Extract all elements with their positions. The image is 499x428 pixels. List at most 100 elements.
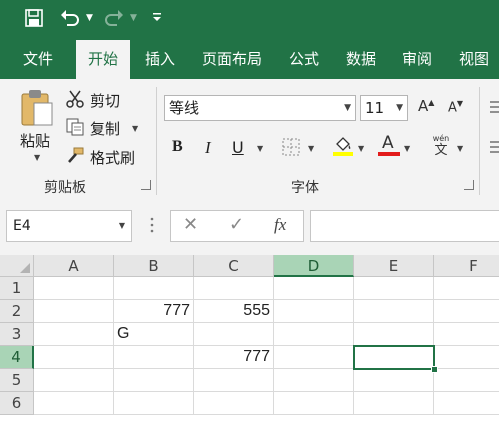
fill-handle[interactable] <box>431 366 438 373</box>
copy-button[interactable]: 复制 <box>90 118 120 139</box>
align-icon[interactable] <box>490 139 499 158</box>
cell-e5[interactable] <box>354 369 434 392</box>
cell-f1[interactable] <box>434 277 499 300</box>
enter-icon[interactable]: ✓ <box>229 214 244 235</box>
cell-f4[interactable] <box>434 346 499 369</box>
cell-c3[interactable] <box>194 323 274 346</box>
fill-color-dropdown-icon[interactable]: ▼ <box>358 144 364 153</box>
cell-d4[interactable] <box>274 346 354 369</box>
fill-color-icon[interactable] <box>332 135 354 161</box>
row-header-3[interactable]: 3 <box>0 323 34 346</box>
row-header-2[interactable]: 2 <box>0 300 34 323</box>
name-box[interactable]: E4 ▼ <box>6 210 132 242</box>
customize-qat-icon[interactable] <box>152 11 162 26</box>
cell-b6[interactable] <box>114 392 194 415</box>
cell-d2[interactable] <box>274 300 354 323</box>
bold-button[interactable]: B <box>172 138 183 156</box>
cell-b4[interactable] <box>114 346 194 369</box>
cell-f3[interactable] <box>434 323 499 346</box>
cut-button[interactable]: 剪切 <box>90 90 120 111</box>
column-header-c[interactable]: C <box>194 255 274 277</box>
font-color-letter: A <box>382 133 394 153</box>
clipboard-launcher-icon[interactable] <box>141 180 151 190</box>
cell-c4[interactable]: 777 <box>194 346 274 369</box>
active-cell-selection[interactable] <box>353 345 435 370</box>
cell-f2[interactable] <box>434 300 499 323</box>
row-header-5[interactable]: 5 <box>0 369 34 392</box>
select-all-corner[interactable] <box>0 255 34 277</box>
font-color-button[interactable]: A <box>378 133 400 157</box>
row-header-1[interactable]: 1 <box>0 277 34 300</box>
cell-b1[interactable] <box>114 277 194 300</box>
borders-icon[interactable] <box>282 138 300 160</box>
column-header-e[interactable]: E <box>354 255 434 277</box>
tab-file[interactable]: 文件 <box>12 40 64 79</box>
undo-icon[interactable] <box>60 9 80 31</box>
underline-dropdown-icon[interactable]: ▼ <box>257 144 263 153</box>
italic-button[interactable]: I <box>205 138 211 158</box>
font-launcher-icon[interactable] <box>464 180 474 190</box>
tab-review[interactable]: 审阅 <box>395 40 439 79</box>
tab-formulas[interactable]: 公式 <box>282 40 326 79</box>
align-icon[interactable] <box>490 99 499 118</box>
borders-dropdown-icon[interactable]: ▼ <box>308 144 314 153</box>
formula-input[interactable] <box>310 210 499 242</box>
cell-a5[interactable] <box>34 369 114 392</box>
cell-c1[interactable] <box>194 277 274 300</box>
row-header-6[interactable]: 6 <box>0 392 34 415</box>
paste-icon[interactable] <box>20 89 54 131</box>
tab-view[interactable]: 视图 <box>452 40 496 79</box>
column-header-b[interactable]: B <box>114 255 194 277</box>
underline-button[interactable]: U <box>232 138 244 157</box>
column-header-a[interactable]: A <box>34 255 114 277</box>
cell-f6[interactable] <box>434 392 499 415</box>
phonetic-guide-button[interactable]: wén 文 <box>430 134 452 160</box>
shrink-font-button[interactable]: A▼ <box>448 99 463 115</box>
cell-f5[interactable] <box>434 369 499 392</box>
cell-c2[interactable]: 555 <box>194 300 274 323</box>
cell-a3[interactable] <box>34 323 114 346</box>
cell-d6[interactable] <box>274 392 354 415</box>
cell-b3[interactable]: G <box>114 323 194 346</box>
tab-home[interactable]: 开始 <box>76 40 130 79</box>
cell-b2[interactable]: 777 <box>114 300 194 323</box>
column-header-d[interactable]: D <box>274 255 354 277</box>
cell-a6[interactable] <box>34 392 114 415</box>
tab-data[interactable]: 数据 <box>339 40 383 79</box>
cell-c6[interactable] <box>194 392 274 415</box>
format-painter-button[interactable]: 格式刷 <box>90 147 135 168</box>
copy-dropdown-icon[interactable]: ▼ <box>132 124 138 133</box>
tab-page-layout[interactable]: 页面布局 <box>196 40 268 79</box>
phonetic-dropdown-icon[interactable]: ▼ <box>457 144 463 153</box>
save-icon[interactable] <box>25 9 43 31</box>
cell-d1[interactable] <box>274 277 354 300</box>
cell-c5[interactable] <box>194 369 274 392</box>
phonetic-top: wén <box>432 134 450 143</box>
font-color-dropdown-icon[interactable]: ▼ <box>404 144 410 153</box>
chevron-down-icon[interactable]: ▼ <box>119 211 125 241</box>
cell-e3[interactable] <box>354 323 434 346</box>
quick-access-toolbar: ▼ ▼ <box>0 0 499 40</box>
tab-insert[interactable]: 插入 <box>138 40 182 79</box>
column-header-f[interactable]: F <box>434 255 499 277</box>
cell-e1[interactable] <box>354 277 434 300</box>
splitter-dots-icon[interactable] <box>150 216 154 238</box>
cell-e6[interactable] <box>354 392 434 415</box>
cell-a4[interactable] <box>34 346 114 369</box>
grow-font-button[interactable]: A▲ <box>418 97 434 115</box>
insert-function-icon[interactable]: fx <box>274 215 286 235</box>
cell-e2[interactable] <box>354 300 434 323</box>
paste-button[interactable]: 粘贴 <box>20 130 50 151</box>
cell-b5[interactable] <box>114 369 194 392</box>
cell-d3[interactable] <box>274 323 354 346</box>
font-name-select[interactable]: 等线 ▼ <box>164 95 356 121</box>
undo-dropdown-icon[interactable]: ▼ <box>86 13 93 23</box>
group-divider <box>479 87 480 195</box>
cell-a1[interactable] <box>34 277 114 300</box>
font-size-select[interactable]: 11 ▼ <box>360 95 408 121</box>
cell-a2[interactable] <box>34 300 114 323</box>
row-header-4[interactable]: 4 <box>0 346 34 369</box>
cell-d5[interactable] <box>274 369 354 392</box>
paste-dropdown-icon[interactable]: ▼ <box>34 153 40 162</box>
cancel-icon[interactable]: ✕ <box>183 214 198 235</box>
